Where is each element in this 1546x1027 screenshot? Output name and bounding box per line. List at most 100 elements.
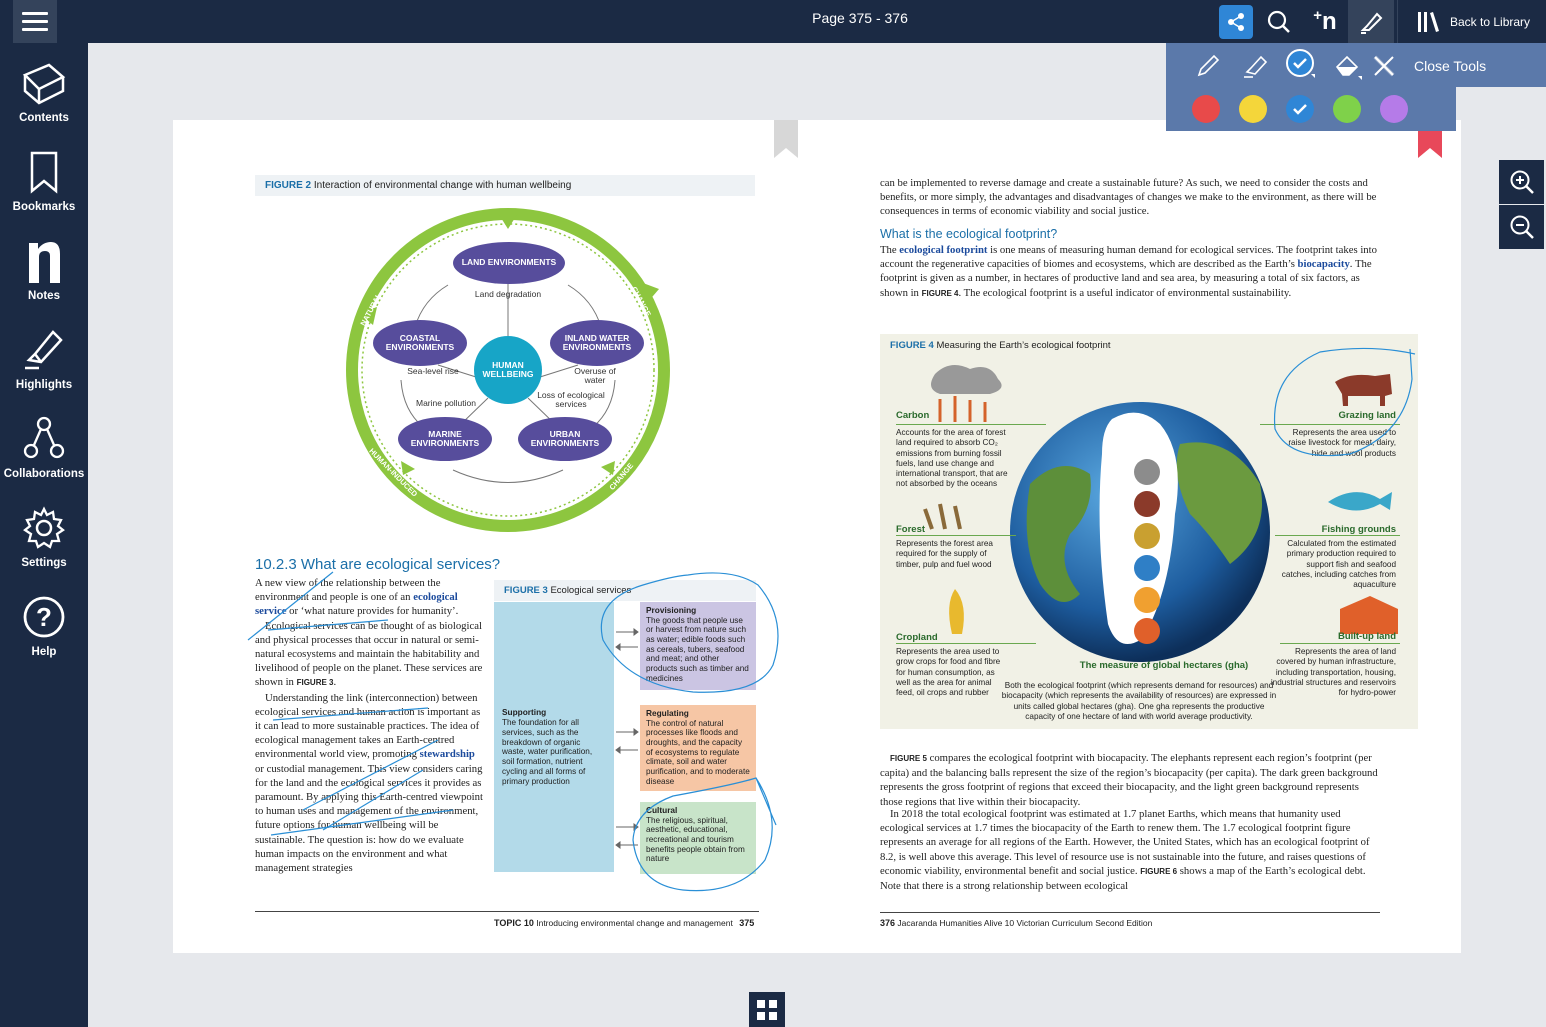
left-body-text: A new view of the relationship between t… [255, 576, 483, 875]
back-to-library-button[interactable]: Back to Library [1400, 0, 1546, 43]
keyword-biocapacity[interactable]: biocapacity [1298, 258, 1350, 270]
node-urban: URBAN ENVIRONMENTS [518, 417, 612, 461]
keyword-ecological-footprint[interactable]: ecological footprint [899, 244, 987, 256]
figure4-reference[interactable]: FIGURE 4 [922, 289, 959, 298]
color-swatch-green[interactable] [1333, 95, 1361, 123]
label-marine-pollution: Marine pollution [415, 398, 476, 408]
rule-carbon [896, 424, 1046, 425]
keyword-stewardship[interactable]: stewardship [420, 748, 475, 760]
add-note-button[interactable]: +n [1302, 0, 1348, 43]
figure2-label: FIGURE 2 [265, 180, 312, 191]
label-loss-services: Loss of ecological services [537, 390, 605, 410]
page-indicator: Page 375 - 376 [812, 10, 908, 26]
figure2-caption: FIGURE 2 Interaction of environmental ch… [255, 175, 755, 196]
gear-icon [23, 506, 65, 549]
close-tools-button[interactable]: Close Tools [1414, 58, 1486, 74]
figure6-reference[interactable]: FIGURE 6 [1140, 867, 1177, 876]
supporting-text: The foundation for all services, such as… [502, 717, 593, 787]
supporting-title: Supporting [502, 707, 547, 717]
section-heading: 10.2.3 What are ecological services? [255, 556, 501, 573]
pencil-tool-button[interactable] [1192, 50, 1224, 82]
annotate-button[interactable] [1348, 0, 1394, 43]
text-builtup: Represents the area of land covered by h… [1270, 647, 1396, 697]
sidebar: Contents Bookmarks Notes Highlights Coll… [0, 43, 88, 1027]
share-button[interactable] [1213, 0, 1259, 43]
eraser-icon [1335, 55, 1362, 80]
close-icon [1373, 55, 1395, 77]
text-fishing: Calculated from the estimated primary pr… [1281, 539, 1396, 589]
sidebar-item-label: Bookmarks [12, 201, 76, 213]
figure5-reference[interactable]: FIGURE 5 [890, 754, 927, 763]
back-to-library-label: Back to Library [1450, 14, 1531, 29]
box-provisioning: Provisioning The goods that people use o… [640, 602, 756, 690]
node-inland-water: INLAND WATER ENVIRONMENTS [550, 320, 644, 366]
node-marine: MARINE ENVIRONMENTS [398, 417, 492, 461]
footer-rule [880, 912, 1380, 913]
menu-button[interactable] [13, 0, 57, 43]
clear-tool-button[interactable] [1368, 50, 1400, 82]
text-carbon: Accounts for the area of forest land req… [896, 428, 1008, 489]
right-page: can be implemented to reverse damage and… [817, 120, 1461, 953]
zoom-out-icon [1510, 215, 1534, 239]
color-swatch-yellow[interactable] [1239, 95, 1267, 123]
highlighter-tool-button[interactable] [1239, 50, 1271, 82]
gha-title: The measure of global hectares (gha) [1079, 660, 1249, 671]
text-grazing: Represents the area used to raise livest… [1288, 428, 1396, 458]
rule-grazing [1260, 424, 1400, 425]
eraser-tool-button[interactable] [1332, 50, 1364, 82]
sidebar-item-notes[interactable]: Notes [0, 229, 88, 318]
box-cultural: Cultural The religious, spiritual, aesth… [640, 802, 756, 874]
figure4-footprint: FIGURE 4 Measuring the Earth’s ecologica… [880, 334, 1418, 729]
box-regulating: Regulating The control of natural proces… [640, 705, 756, 791]
label-cropland: Cropland [896, 632, 938, 643]
sidebar-item-highlights[interactable]: Highlights [0, 318, 88, 407]
label-forest: Forest [896, 524, 926, 535]
rule-builtup [1280, 643, 1400, 644]
sidebar-item-contents[interactable]: Contents [0, 51, 88, 140]
select-tool-button[interactable] [1285, 48, 1317, 80]
sidebar-item-help[interactable]: ? Help [0, 585, 88, 674]
share-icon [1219, 4, 1253, 39]
add-note-icon: +n [1313, 7, 1337, 35]
sidebar-item-label: Collaborations [3, 468, 85, 480]
notes-icon [29, 242, 60, 283]
check-circle-icon [1286, 49, 1315, 78]
sidebar-item-label: Contents [19, 112, 69, 124]
page-grid-button[interactable] [749, 992, 785, 1027]
sidebar-item-bookmarks[interactable]: Bookmarks [0, 140, 88, 229]
right-page-number: 376 [880, 918, 896, 928]
sidebar-item-label: Highlights [15, 379, 73, 391]
color-swatch-red[interactable] [1192, 95, 1220, 123]
search-icon [1267, 10, 1290, 33]
zoom-in-button[interactable] [1499, 160, 1544, 204]
rule-cropland [896, 643, 1036, 644]
sidebar-item-settings[interactable]: Settings [0, 496, 88, 585]
label-builtup: Built-up land [1337, 631, 1396, 642]
divider [1397, 0, 1398, 43]
sidebar-item-collaborations[interactable]: Collaborations [0, 407, 88, 496]
sidebar-item-label: Notes [28, 290, 60, 302]
zoom-out-button[interactable] [1499, 205, 1544, 249]
grid-icon [757, 999, 765, 1008]
left-page: FIGURE 2 Interaction of environmental ch… [173, 120, 817, 953]
color-swatch-blue[interactable] [1286, 95, 1314, 123]
sidebar-item-label: Help [31, 646, 57, 658]
collaborations-icon [23, 416, 65, 459]
regulating-text: The control of natural processes like fl… [646, 718, 750, 786]
highlighter-icon [25, 330, 63, 370]
library-icon [1418, 11, 1439, 32]
search-button[interactable] [1256, 0, 1302, 43]
paragraph: Ecological services can be thought of as… [255, 619, 483, 689]
bookmark-flag-icon[interactable] [774, 120, 798, 158]
figure3-reference[interactable]: FIGURE 3 [297, 678, 334, 687]
color-swatch-purple[interactable] [1380, 95, 1408, 123]
label-grazing: Grazing land [1338, 410, 1396, 421]
figure3-ecological-services: FIGURE 3 Ecological services Supporting … [494, 580, 756, 876]
box-supporting: Supporting The foundation for all servic… [494, 602, 614, 872]
figure2-title: Interaction of environmental change with… [313, 180, 572, 191]
left-page-number: 375 [739, 918, 755, 928]
book-icon [22, 63, 66, 105]
subheading-ecological-footprint: What is the ecological footprint? [880, 227, 1058, 241]
right-top-paragraph: can be implemented to reverse damage and… [880, 177, 1377, 218]
provisioning-text: The goods that people use or harvest fro… [646, 615, 749, 683]
